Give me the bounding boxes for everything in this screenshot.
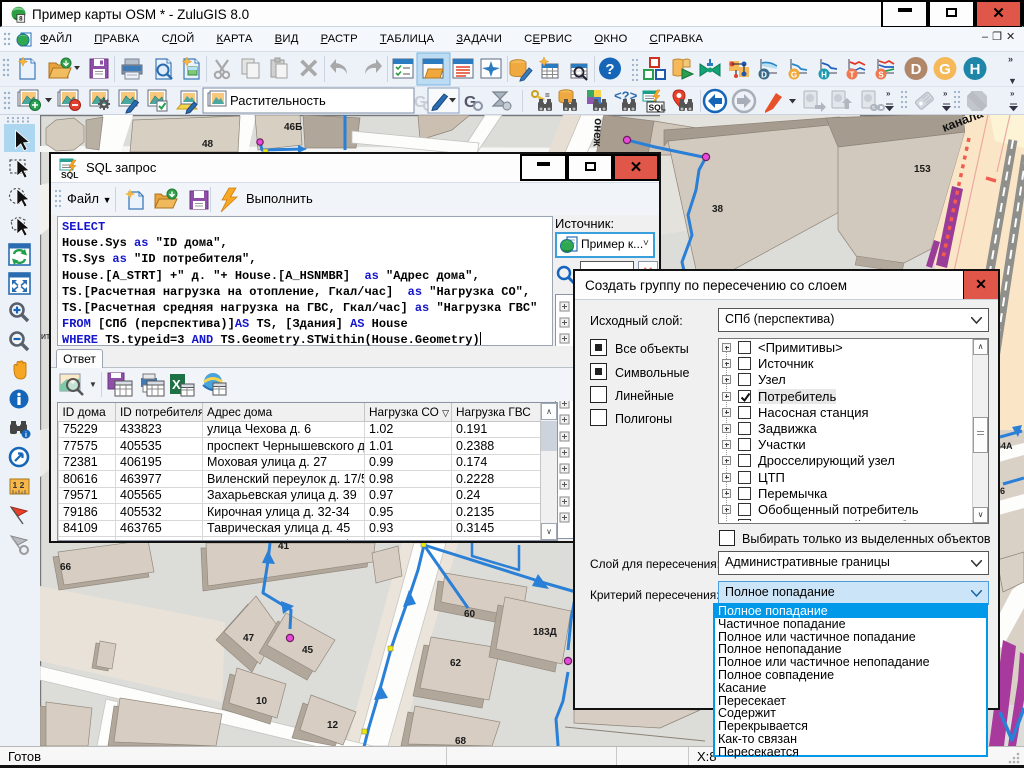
svg-text:66: 66 [60, 562, 72, 573]
svg-text:»: » [1010, 89, 1015, 98]
svg-text:»: » [943, 89, 948, 98]
svg-text:D: D [761, 71, 767, 80]
svg-text:D: D [911, 61, 922, 78]
svg-text:45: 45 [302, 645, 314, 656]
svg-text:47: 47 [243, 633, 255, 644]
svg-text:»: » [1008, 54, 1013, 64]
svg-text:8: 8 [19, 16, 23, 23]
svg-text:183Д: 183Д [533, 627, 557, 638]
svg-text:SQL: SQL [61, 170, 78, 179]
svg-text:»: » [886, 89, 891, 98]
svg-text:68: 68 [455, 736, 467, 746]
svg-text:12: 12 [327, 720, 339, 731]
svg-text:H: H [821, 71, 827, 80]
svg-text:X: X [172, 377, 181, 392]
svg-text:38: 38 [712, 204, 724, 215]
svg-text:онеж: онеж [590, 118, 604, 148]
svg-text:?: ? [605, 61, 614, 78]
svg-text:62: 62 [450, 658, 462, 669]
svg-text:1 2: 1 2 [13, 480, 25, 490]
svg-text:153: 153 [914, 164, 931, 175]
svg-text:i: i [25, 432, 27, 439]
svg-text:SQL: SQL [649, 103, 666, 113]
svg-text:H: H [970, 61, 981, 78]
svg-text:Растительность: Растительность [230, 93, 326, 108]
svg-text:46Б: 46Б [284, 122, 302, 133]
svg-text:48: 48 [202, 139, 214, 150]
svg-text:T: T [850, 71, 855, 80]
svg-text:G: G [939, 61, 951, 78]
svg-text:=: = [545, 91, 550, 100]
svg-text:▼: ▼ [1008, 76, 1017, 86]
svg-text:S: S [878, 71, 884, 80]
svg-text:10: 10 [256, 696, 268, 707]
svg-text:G: G [791, 71, 797, 80]
svg-text:60: 60 [464, 609, 476, 620]
